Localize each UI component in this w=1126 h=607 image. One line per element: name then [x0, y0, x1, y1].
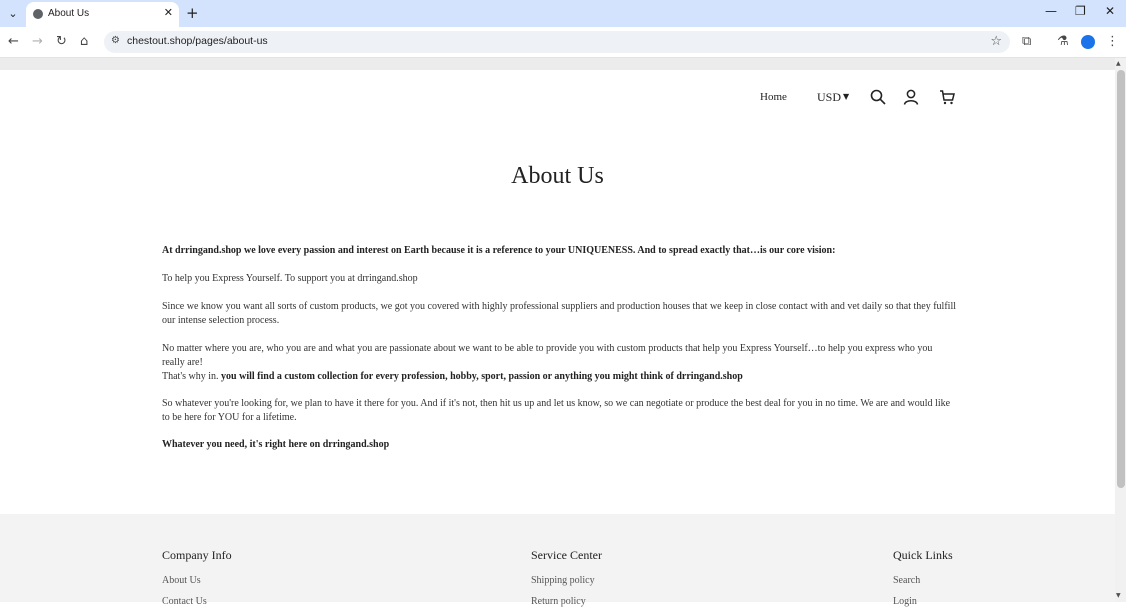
page-top-bar — [0, 58, 1126, 70]
labs-flask-icon[interactable]: ⚗ — [1057, 34, 1069, 49]
currency-selector[interactable]: USD — [817, 90, 841, 105]
browser-tab[interactable]: About Us ✕ — [26, 2, 179, 27]
account-icon[interactable] — [903, 89, 919, 105]
footer-link-search[interactable]: Search — [893, 575, 920, 586]
restore-icon[interactable]: ❐ — [1075, 4, 1086, 18]
about-paragraph-6: So whatever you're looking for, we plan … — [162, 398, 951, 423]
tab-search-icon[interactable]: ⌄ — [5, 6, 21, 22]
paragraph-5-bold: you will find a custom collection for ev… — [221, 371, 743, 382]
caret-down-icon[interactable]: ▼ — [843, 92, 849, 101]
about-paragraph-1: At drringand.shop we love every passion … — [162, 245, 836, 256]
globe-icon — [33, 9, 43, 19]
about-paragraph-3: Since we know you want all sorts of cust… — [162, 301, 957, 326]
new-tab-icon[interactable]: + — [186, 4, 199, 22]
paragraph-5-lead: That's why in. — [162, 371, 222, 382]
home-icon[interactable]: ⌂ — [80, 34, 88, 49]
close-window-icon[interactable]: ✕ — [1105, 4, 1115, 18]
cart-icon[interactable] — [939, 89, 955, 105]
about-paragraph-5: That's why in. you will find a custom co… — [162, 370, 957, 384]
nav-home-link[interactable]: Home — [760, 91, 787, 103]
footer-link-shipping-policy[interactable]: Shipping policy — [531, 575, 595, 586]
footer-heading-service-center: Service Center — [531, 548, 602, 562]
about-paragraph-4: No matter where you are, who you are and… — [162, 343, 933, 368]
scroll-up-icon[interactable]: ▲ — [1116, 60, 1121, 67]
bookmark-star-icon[interactable]: ☆ — [990, 34, 1002, 49]
about-paragraph-7: Whatever you need, it's right here on dr… — [162, 439, 390, 450]
forward-icon[interactable]: → — [32, 34, 43, 49]
browser-toolbar: ← → ↻ ⌂ ⚙ chestout.shop/pages/about-us ☆… — [0, 27, 1126, 58]
profile-avatar-icon[interactable] — [1081, 35, 1095, 49]
reload-icon[interactable]: ↻ — [56, 34, 67, 49]
browser-tab-bar: ⌄ About Us ✕ + — ❐ ✕ — [0, 0, 1126, 27]
page-title: About Us — [511, 163, 604, 189]
search-icon[interactable] — [870, 89, 886, 105]
minimize-icon[interactable]: — — [1045, 4, 1057, 18]
address-bar[interactable]: ⚙ chestout.shop/pages/about-us ☆ — [104, 31, 1010, 53]
back-icon[interactable]: ← — [8, 34, 19, 49]
footer-link-about-us[interactable]: About Us — [162, 575, 201, 586]
site-info-icon[interactable]: ⚙ — [111, 35, 120, 46]
close-tab-icon[interactable]: ✕ — [164, 6, 173, 19]
url-text[interactable]: chestout.shop/pages/about-us — [127, 35, 268, 47]
scroll-down-icon[interactable]: ▼ — [1116, 592, 1121, 599]
tab-title: About Us — [48, 8, 90, 19]
extensions-icon[interactable]: ⧉ — [1022, 34, 1031, 49]
footer-heading-quick-links: Quick Links — [893, 548, 953, 562]
about-paragraph-2: To help you Express Yourself. To support… — [162, 273, 418, 284]
menu-kebab-icon[interactable]: ⋮ — [1106, 34, 1119, 49]
footer-heading-company-info: Company Info — [162, 548, 232, 562]
scrollbar-thumb[interactable] — [1117, 70, 1125, 488]
